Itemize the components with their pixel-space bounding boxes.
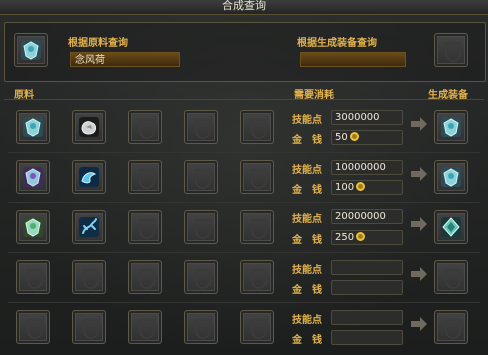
skill-points-value: 20000000: [331, 209, 403, 224]
gold-label: 金 钱: [292, 285, 322, 296]
material-slot[interactable]: [240, 110, 274, 144]
blue-scorpion-icon: [79, 217, 99, 237]
query-by-result-label: 根据生成装备查询: [297, 38, 377, 49]
right-arrow-icon: [411, 317, 427, 331]
gold-label: 金 钱: [292, 335, 322, 346]
coin-icon: [356, 182, 366, 191]
query-result-slot[interactable]: [434, 33, 468, 67]
skill-points-label: 技能点: [292, 265, 322, 276]
material-slot[interactable]: [16, 310, 50, 344]
material-slot[interactable]: [128, 260, 162, 294]
gold-value: 250: [335, 232, 355, 243]
material-slot[interactable]: [72, 160, 106, 194]
green-crystal-armor-icon: [441, 217, 461, 237]
gold-value: 100: [335, 182, 355, 193]
material-slot[interactable]: [240, 310, 274, 344]
material-slot[interactable]: [128, 210, 162, 244]
skill-points-value: 10000000: [331, 160, 403, 175]
right-arrow-icon: [411, 267, 427, 281]
material-slot[interactable]: [184, 110, 218, 144]
result-slot[interactable]: [434, 110, 468, 144]
skill-points-value: 3000000: [331, 110, 403, 125]
query-by-material-label: 根据原料查询: [68, 38, 128, 49]
material-slot[interactable]: [240, 260, 274, 294]
gold-label: 金 钱: [292, 135, 322, 146]
coin-icon: [349, 132, 359, 141]
material-slot[interactable]: [184, 210, 218, 244]
material-slot[interactable]: [72, 110, 106, 144]
teal-armor-gem-icon: [441, 167, 461, 187]
material-slot[interactable]: [16, 210, 50, 244]
teal-armor-gem-icon: [441, 117, 461, 137]
material-slot[interactable]: [184, 260, 218, 294]
row-divider: [8, 302, 480, 303]
purple-armor-gem-icon: [23, 167, 43, 187]
material-slot[interactable]: [128, 110, 162, 144]
synthesis-query-window: 合成查询 根据原料查询 念风荷 根据生成装备查询 原料 需要消耗 生成装备 技能…: [0, 0, 488, 355]
right-arrow-icon: [411, 217, 427, 231]
material-slot[interactable]: [128, 160, 162, 194]
result-search-input[interactable]: [300, 52, 406, 67]
skill-points-label: 技能点: [292, 214, 322, 225]
blue-serpent-icon: [79, 167, 99, 187]
skill-points-value: [331, 310, 403, 325]
skill-points-value: [331, 260, 403, 275]
result-slot[interactable]: [434, 310, 468, 344]
teal-armor-gem-icon: [23, 117, 43, 137]
result-slot[interactable]: [434, 210, 468, 244]
result-slot[interactable]: [434, 260, 468, 294]
material-slot[interactable]: [240, 160, 274, 194]
teal-armor-gem-icon: [21, 40, 41, 60]
material-search-input[interactable]: 念风荷: [70, 52, 180, 67]
material-slot[interactable]: [72, 260, 106, 294]
gold-cost-box: 50: [331, 130, 403, 145]
skill-points-label: 技能点: [292, 165, 322, 176]
right-arrow-icon: [411, 117, 427, 131]
material-slot[interactable]: [128, 310, 162, 344]
material-slot[interactable]: [16, 110, 50, 144]
query-material-slot[interactable]: [14, 33, 48, 67]
material-slot[interactable]: [184, 310, 218, 344]
window-title: 合成查询: [0, 0, 488, 15]
row-divider: [8, 202, 480, 203]
gold-value: [331, 280, 403, 295]
result-slot[interactable]: [434, 160, 468, 194]
gold-value: [331, 330, 403, 345]
material-slot[interactable]: [16, 260, 50, 294]
material-slot[interactable]: [16, 160, 50, 194]
gold-cost-box: 250: [331, 230, 403, 245]
row-divider: [8, 252, 480, 253]
skill-points-label: 技能点: [292, 315, 322, 326]
material-slot[interactable]: [72, 310, 106, 344]
material-slot[interactable]: [240, 210, 274, 244]
coin-icon: [356, 232, 366, 241]
gold-cost-box: 100: [331, 180, 403, 195]
gold-label: 金 钱: [292, 185, 322, 196]
green-armor-gem-icon: [23, 217, 43, 237]
silver-ore-icon: [79, 117, 99, 137]
gold-value: 50: [335, 132, 348, 143]
material-slot[interactable]: [184, 160, 218, 194]
material-slot[interactable]: [72, 210, 106, 244]
row-divider: [8, 152, 480, 153]
header-divider: [4, 99, 484, 100]
skill-points-label: 技能点: [292, 115, 322, 126]
right-arrow-icon: [411, 167, 427, 181]
gold-label: 金 钱: [292, 235, 322, 246]
